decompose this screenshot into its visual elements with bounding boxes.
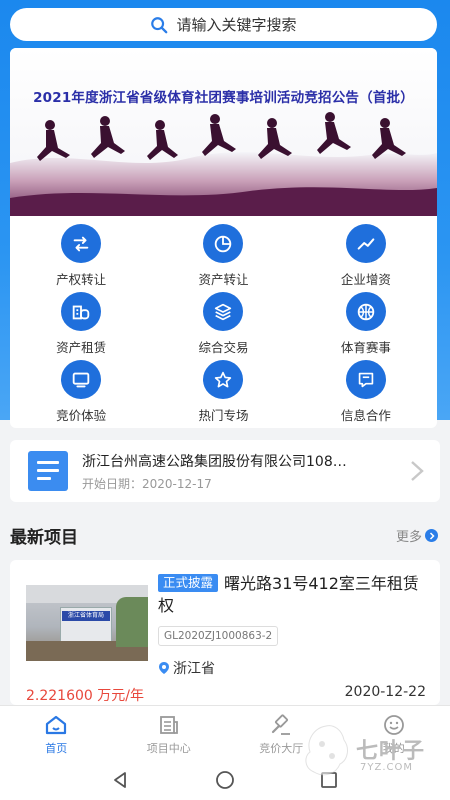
project-title: 正式披露 曙光路31号412室三年租赁权 [158,573,420,617]
section-title: 最新项目 [10,528,78,548]
document-icon [28,451,68,491]
watermark-text: 七叶子 [356,739,426,764]
gavel-icon [272,714,291,735]
category-hot-specials[interactable]: 热门专场 [152,356,294,424]
back-icon[interactable] [112,771,130,789]
category-label: 资产租赁 [56,340,107,355]
transfer-icon [61,224,102,263]
more-label: 更多 [395,530,422,545]
search-bar[interactable]: 请输入关键字搜索 [10,8,437,41]
athletes-silhouette-image [10,112,437,216]
chevron-right-icon [411,461,424,481]
notice-start-date: 开始日期：2020-12-17 [82,477,212,491]
category-label: 资产转让 [198,272,249,287]
search-icon [151,16,168,33]
search-placeholder: 请输入关键字搜索 [176,16,297,34]
category-bidding-experience[interactable]: 竞价体验 [10,356,152,424]
category-asset-transfer[interactable]: 资产转让 [152,220,294,288]
category-label: 体育赛事 [340,340,391,355]
list-doc-icon [159,716,178,734]
location-pin-icon [159,662,169,674]
tab-label: 首页 [45,742,68,755]
category-label: 热门专场 [198,408,249,423]
category-label: 竞价体验 [56,408,107,423]
pie-chart-icon [203,224,244,263]
location-text: 浙江省 [173,661,215,677]
category-equity-transfer[interactable]: 产权转让 [10,220,152,288]
tab-home[interactable]: 首页 [0,706,113,760]
project-card[interactable]: 浙江省体育局 正式披露 曙光路31号412室三年租赁权 GL2020ZJ10008… [10,560,440,705]
message-icon [345,360,386,399]
category-info-cooperation[interactable]: 信息合作 [295,356,437,424]
category-grid: 产权转让 资产转让 企业增资 资产租赁 综合交易 体育赛事 竞价体验 热门专场 … [10,220,437,425]
basketball-icon [345,292,386,331]
project-location: 浙江省 [158,658,215,678]
category-integrated-trading[interactable]: 综合交易 [152,288,294,356]
tab-project-center[interactable]: 项目中心 [113,706,226,760]
layers-icon [203,292,244,331]
disclosure-tag: 正式披露 [158,574,219,592]
project-code: GL2020ZJ1000863-2 [158,626,279,646]
home-icon [46,715,67,735]
project-date: 2020-12-22 [344,684,426,700]
category-label: 产权转让 [56,272,107,287]
category-label: 信息合作 [340,408,391,423]
watermark-subtext: 7YZ.COM [360,762,413,773]
notice-title: 浙江台州高速公路集团股份有限公司108… [82,454,347,470]
more-link[interactable]: 更多 [396,526,438,545]
monitor-icon [61,360,102,399]
chevron-circle-icon [425,529,438,542]
project-image: 浙江省体育局 [26,585,148,661]
star-icon [203,360,244,399]
building-icon [61,292,102,331]
building-sign: 浙江省体育局 [62,611,110,621]
category-asset-lease[interactable]: 资产租赁 [10,288,152,356]
main-card: 2021年度浙江省省级体育社团赛事培训活动竞招公告（首批） 产权转让 资产转让 … [10,48,437,428]
category-sports-events[interactable]: 体育赛事 [295,288,437,356]
category-capital-increase[interactable]: 企业增资 [295,220,437,288]
home-circle-icon[interactable] [215,770,235,790]
promo-banner[interactable]: 2021年度浙江省省级体育社团赛事培训活动竞招公告（首批） [10,48,437,216]
category-label: 企业增资 [340,272,391,287]
project-price: 2.221600 万元/年 [26,688,144,704]
tab-label: 项目中心 [146,742,191,755]
category-label: 综合交易 [198,340,249,355]
notice-card[interactable]: 浙江台州高速公路集团股份有限公司108… 开始日期：2020-12-17 [10,440,440,502]
trend-line-icon [345,224,386,263]
